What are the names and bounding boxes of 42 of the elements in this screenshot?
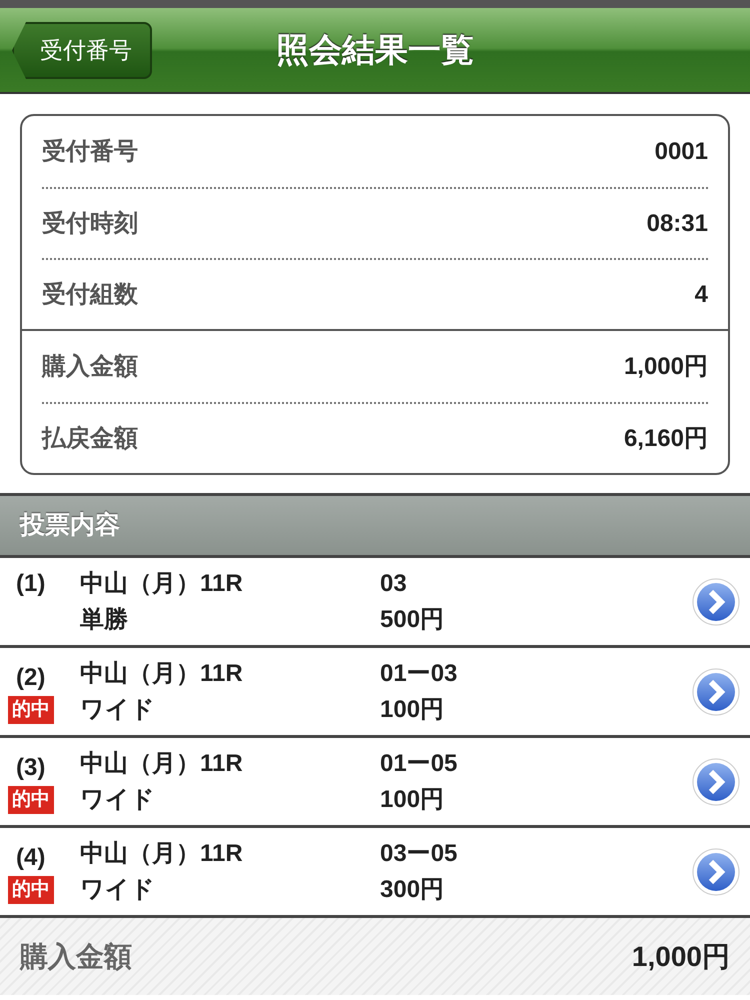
field-label: 受付組数 <box>42 280 138 310</box>
bet-type: 単勝 <box>80 604 129 634</box>
bet-type: ワイド <box>80 694 156 724</box>
bet-number: (4) <box>15 842 46 872</box>
field-value: 0001 <box>654 136 708 166</box>
bet-number: (2) <box>15 662 46 692</box>
chevron-right-icon[interactable] <box>692 578 740 626</box>
race-name: 中山（月）11R <box>80 658 244 688</box>
bet-number: (3) <box>15 752 46 782</box>
total-label: 購入金額 <box>20 940 132 974</box>
back-button[interactable]: 受付番号 <box>12 22 152 79</box>
race-name: 中山（月）11R <box>80 568 244 598</box>
field-label: 受付番号 <box>42 136 138 166</box>
field-value: 08:31 <box>646 208 708 238</box>
field-value: 4 <box>694 280 708 310</box>
field-value: 1,000円 <box>624 352 708 382</box>
hit-badge: 的中 <box>8 786 54 814</box>
chevron-right-icon[interactable] <box>692 758 740 806</box>
chevron-right-icon[interactable] <box>692 668 740 716</box>
field-label: 購入金額 <box>42 352 138 382</box>
field-value: 6,160円 <box>624 424 708 454</box>
field-label: 受付時刻 <box>42 208 138 238</box>
bet-amount: 100円 <box>380 784 446 814</box>
hit-badge: 的中 <box>8 696 54 724</box>
section-header: 投票内容 <box>0 493 750 558</box>
bet-type: ワイド <box>80 784 156 814</box>
bet-amount: 100円 <box>380 694 446 724</box>
total-value: 1,000円 <box>632 940 730 974</box>
chevron-right-icon[interactable] <box>692 848 740 896</box>
combination: 01ー03 <box>380 658 458 688</box>
race-name: 中山（月）11R <box>80 748 244 778</box>
race-name: 中山（月）11R <box>80 838 244 868</box>
field-label: 払戻金額 <box>42 424 138 454</box>
page-title: 照会結果一覧 <box>276 30 474 70</box>
combination: 03 <box>380 568 408 598</box>
combination: 03ー05 <box>380 838 458 868</box>
bet-number: (1) <box>15 568 46 598</box>
bet-amount: 500円 <box>380 604 446 634</box>
bet-type: ワイド <box>80 874 156 904</box>
bet-amount: 300円 <box>380 874 446 904</box>
combination: 01ー05 <box>380 748 458 778</box>
hit-badge: 的中 <box>8 876 54 904</box>
